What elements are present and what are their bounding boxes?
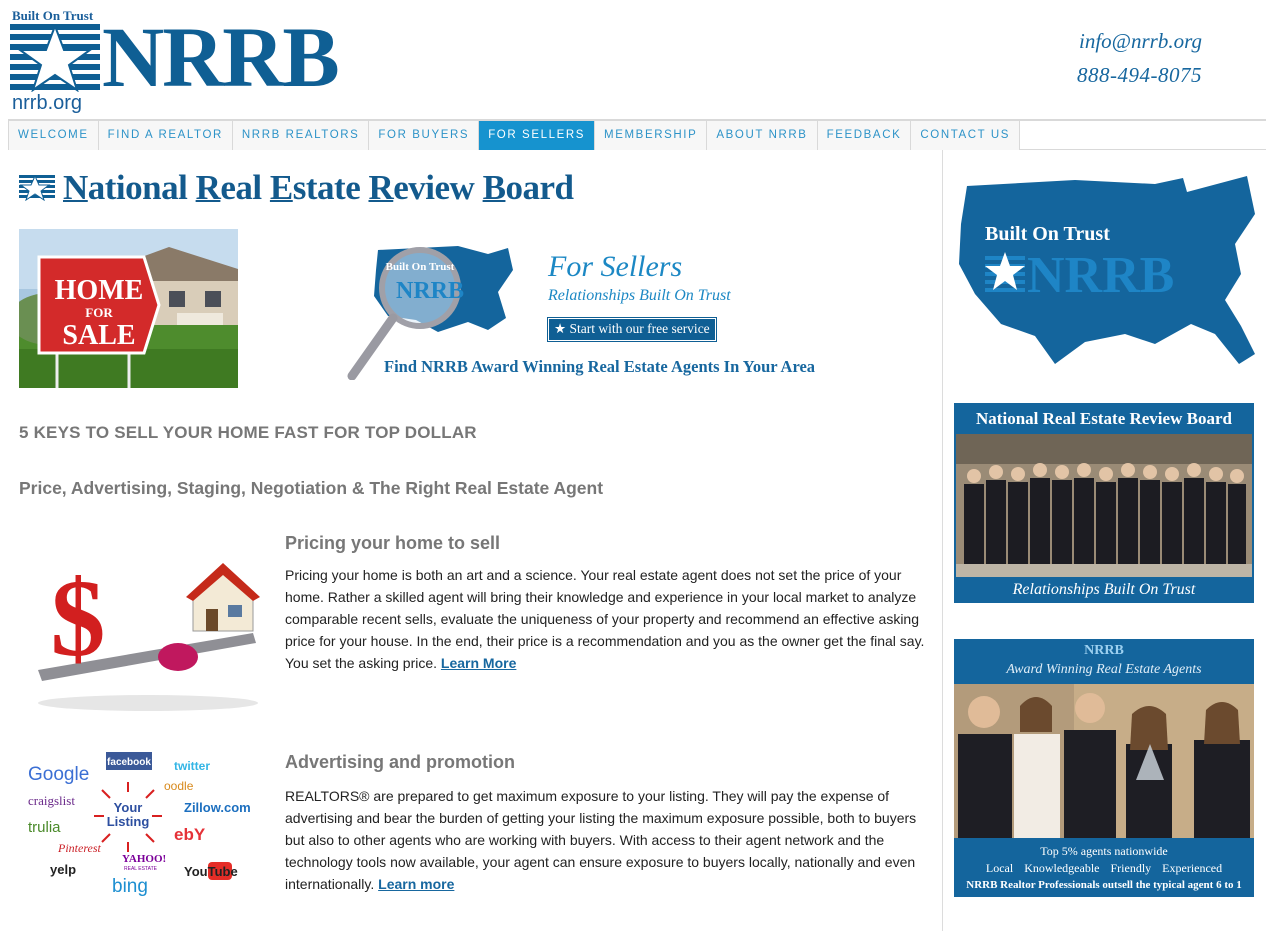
title-cap: R <box>368 168 394 207</box>
svg-text:$: $ <box>51 557 106 679</box>
title-rest: eal <box>220 168 270 207</box>
flag-star-icon <box>19 175 55 201</box>
heading-price-advertising: Price, Advertising, Staging, Negotiation… <box>19 478 604 498</box>
title-cap: N <box>63 168 88 207</box>
title-cap: R <box>195 168 221 207</box>
banner-subheading: Relationships Built On Trust <box>548 287 731 304</box>
google-label: Google <box>28 764 89 785</box>
section-pricing-text: Pricing your home is both an art and a s… <box>285 567 925 671</box>
section-advertising-body: REALTORS® are prepared to get maximum ex… <box>285 785 925 895</box>
logo-tagline: Built On Trust <box>12 8 94 23</box>
map-label-nrrb: NRRB <box>1027 247 1174 304</box>
trulia-label: trulia <box>28 819 61 836</box>
listing-label: Listing <box>107 814 150 829</box>
nav-for-sellers[interactable]: FOR SELLERS <box>479 121 596 150</box>
youtube-label: YouTube <box>184 864 238 879</box>
title-rest: ational <box>87 168 196 207</box>
nav-nrrb-realtors[interactable]: NRRB REALTORS <box>232 121 370 150</box>
page-title: National Real Estate Review Board <box>19 168 574 208</box>
your-label: Your <box>114 800 143 815</box>
home-for-sale-image: HOME FOR SALE <box>19 229 238 388</box>
section-pricing-body: Pricing your home is both an art and a s… <box>285 564 925 674</box>
nav-contact-us[interactable]: CONTACT US <box>911 121 1021 150</box>
learn-more-pricing-link[interactable]: Learn More <box>441 655 516 671</box>
title-rest: eview <box>393 168 483 207</box>
contact-email[interactable]: info@nrrb.org <box>1077 28 1202 54</box>
learn-more-advertising-link[interactable]: Learn more <box>378 876 454 892</box>
bing-label: bing <box>112 876 148 897</box>
section-advertising-title: Advertising and promotion <box>285 752 516 772</box>
banner-find-text[interactable]: Find NRRB Award Winning Real Estate Agen… <box>384 357 815 377</box>
banner-map-label-2: NRRB <box>396 278 464 304</box>
main-nav: WELCOME FIND A REALTOR NRRB REALTORS FOR… <box>8 119 1266 150</box>
start-free-service-button[interactable]: ★ Start with our free service <box>547 317 717 342</box>
banner-heading: For Sellers <box>548 250 683 283</box>
nav-feedback[interactable]: FEEDBACK <box>817 121 912 150</box>
nav-about-nrrb[interactable]: ABOUT NRRB <box>707 121 818 150</box>
title-cap: B <box>482 168 506 207</box>
title-rest: state <box>292 168 369 207</box>
heading-5-keys: 5 KEYS TO SELL YOUR HOME FAST FOR TOP DO… <box>19 423 477 442</box>
oodle-label: oodle <box>164 779 194 793</box>
for-sellers-banner[interactable]: Built On Trust NRRB For Sellers Relation… <box>338 240 848 380</box>
title-cap: E <box>269 168 293 207</box>
title-rest: oard <box>505 168 574 207</box>
nav-for-buyers[interactable]: FOR BUYERS <box>369 121 480 150</box>
site-header: Built On Trust NRRB nrrb.org info@nrrb.o… <box>0 0 1266 118</box>
yahoo-sub-label: REAL ESTATE <box>124 866 158 872</box>
map-label-built-on-trust: Built On Trust <box>985 223 1110 245</box>
logo-url: nrrb.org <box>12 92 83 114</box>
ebay-label: ebY <box>174 825 206 844</box>
us-map-logo-image[interactable]: Built On Trust NRRB <box>955 174 1255 370</box>
award-box-logo: NRRB <box>1084 643 1124 658</box>
main-content: National Real Estate Review Board HOME F… <box>8 150 942 931</box>
home-sign-line1: HOME <box>55 275 144 306</box>
section-pricing-title: Pricing your home to sell <box>285 533 501 553</box>
dollar-house-scale-image: $ <box>28 535 263 715</box>
home-sign-line2: FOR <box>85 305 113 320</box>
board-photo-box[interactable]: National Real Estate Review Board Relati… <box>954 403 1254 603</box>
nav-welcome[interactable]: WELCOME <box>8 121 99 150</box>
craigslist-label: craigslist <box>28 793 75 808</box>
advertising-logos-image: Google facebook twitter oodle craigslist… <box>28 752 251 897</box>
yahoo-label: YAHOO! <box>122 853 166 865</box>
contact-info: info@nrrb.org 888-494-8075 <box>1077 28 1202 88</box>
sidebar: Built On Trust NRRB National Real Estate… <box>943 150 1266 931</box>
yelp-label: yelp <box>50 862 76 877</box>
award-box-line2: Local Knowledgeable Friendly Experienced <box>985 861 1223 875</box>
site-title-text: National Real Estate Review Board <box>63 168 574 208</box>
board-box-caption: Relationships Built On Trust <box>1012 581 1196 598</box>
logo-wordmark: NRRB <box>102 9 340 105</box>
award-box-line1: Top 5% agents nationwide <box>1040 844 1168 858</box>
pinterest-label: Pinterest <box>57 841 102 855</box>
group-photo-image <box>956 434 1252 577</box>
award-agents-photo <box>954 684 1254 838</box>
home-sign-line3: SALE <box>62 320 135 351</box>
contact-phone[interactable]: 888-494-8075 <box>1077 62 1202 88</box>
nrrb-logo[interactable]: Built On Trust NRRB nrrb.org <box>10 8 360 116</box>
twitter-label: twitter <box>174 759 210 773</box>
flag-star-icon <box>10 24 100 92</box>
board-box-title: National Real Estate Review Board <box>976 409 1232 428</box>
banner-map-label-1: Built On Trust <box>386 261 455 273</box>
facebook-label: facebook <box>107 757 151 768</box>
nav-find-a-realtor[interactable]: FIND A REALTOR <box>98 121 233 150</box>
nav-membership[interactable]: MEMBERSHIP <box>595 121 708 150</box>
award-box-line3: NRRB Realtor Professionals outsell the t… <box>966 879 1242 891</box>
zillow-label: Zillow.com <box>184 800 251 815</box>
award-box-subtitle: Award Winning Real Estate Agents <box>1006 662 1202 677</box>
award-agents-box[interactable]: NRRB Award Winning Real Estate Agents To… <box>954 639 1254 897</box>
